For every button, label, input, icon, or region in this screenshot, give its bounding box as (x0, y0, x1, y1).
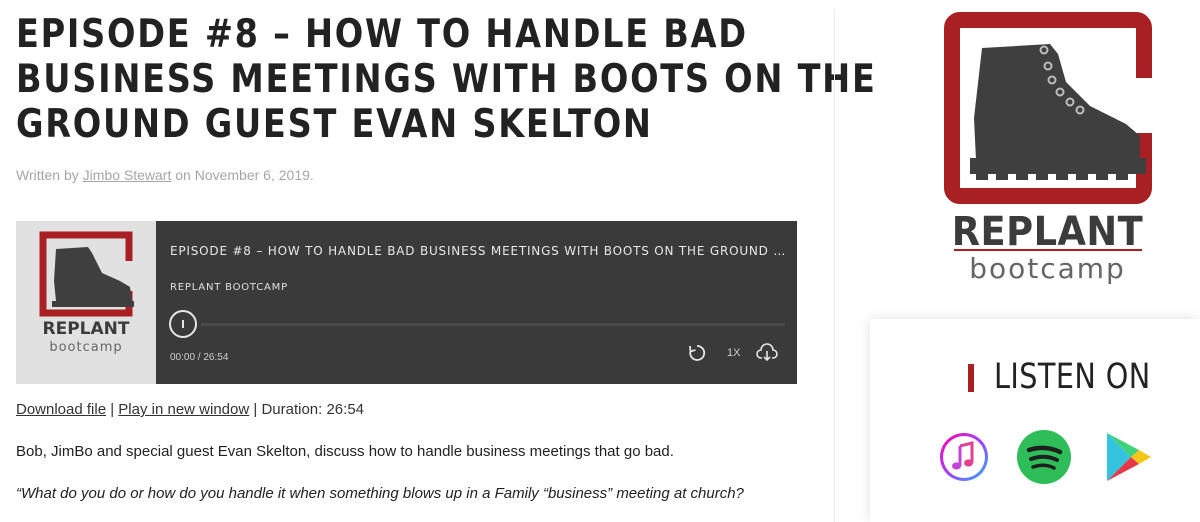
apple-podcasts-icon[interactable] (937, 430, 991, 484)
post-title: EPISODE #8 – HOW TO HANDLE BAD BUSINESS … (16, 12, 877, 147)
sidebar-divider (834, 10, 835, 522)
player-show-name: REPLANT BOOTCAMP (170, 282, 288, 293)
podcast-player: REPLANT bootcamp EPISODE #8 – HOW TO HAN… (16, 221, 797, 384)
byline-date: on November 6, 2019. (171, 167, 314, 183)
file-links: Download file | Play in new window | Dur… (16, 401, 364, 418)
author-link[interactable]: Jimbo Stewart (83, 167, 172, 183)
artwork-logo-word: REPLANT (43, 319, 130, 339)
player-episode-title: EPISODE #8 – HOW TO HANDLE BAD BUSINESS … (170, 244, 787, 258)
main-content: EPISODE #8 – HOW TO HANDLE BAD BUSINESS … (16, 0, 877, 522)
episode-description: Bob, JimBo and special guest Evan Skelto… (16, 443, 674, 460)
link-separator: | (249, 401, 262, 418)
byline: Written by Jimbo Stewart on November 6, … (16, 167, 314, 183)
post-title-line-1: EPISODE #8 – HOW TO HANDLE BAD (16, 12, 748, 57)
duration-text: Duration: 26:54 (261, 401, 365, 418)
google-play-icon[interactable] (1101, 430, 1155, 484)
download-file-link[interactable]: Download file (16, 401, 106, 418)
spotify-icon[interactable] (1017, 430, 1071, 484)
post-title-line-2: BUSINESS MEETINGS WITH BOOTS ON THE (16, 57, 877, 102)
listen-accent-bar (968, 364, 974, 392)
rewind-icon[interactable] (687, 343, 707, 363)
listen-on-card: LISTEN ON (870, 319, 1200, 522)
logo-rule (954, 249, 1142, 251)
playback-speed-button[interactable]: 1X (727, 347, 740, 359)
play-new-window-link[interactable]: Play in new window (118, 401, 249, 418)
replant-bootcamp-logo[interactable]: REPLANT bootcamp (940, 8, 1155, 288)
time-display: 00:00 / 26:54 (170, 352, 229, 363)
logo-subtitle: bootcamp (969, 252, 1126, 285)
artwork-logo-sub: bootcamp (49, 340, 122, 355)
play-icon[interactable] (169, 310, 197, 338)
link-separator: | (106, 401, 119, 418)
download-icon[interactable] (756, 342, 778, 364)
listen-on-title: LISTEN ON (994, 357, 1151, 397)
post-title-line-3: GROUND GUEST EVAN SKELTON (16, 102, 653, 147)
boot-logo-icon (944, 12, 1154, 204)
episode-quote: “What do you do or how do you handle it … (16, 485, 744, 502)
logo-word: REPLANT (951, 209, 1144, 255)
byline-prefix: Written by (16, 167, 83, 183)
episode-artwork: REPLANT bootcamp (16, 221, 156, 384)
progress-bar[interactable] (201, 323, 785, 326)
